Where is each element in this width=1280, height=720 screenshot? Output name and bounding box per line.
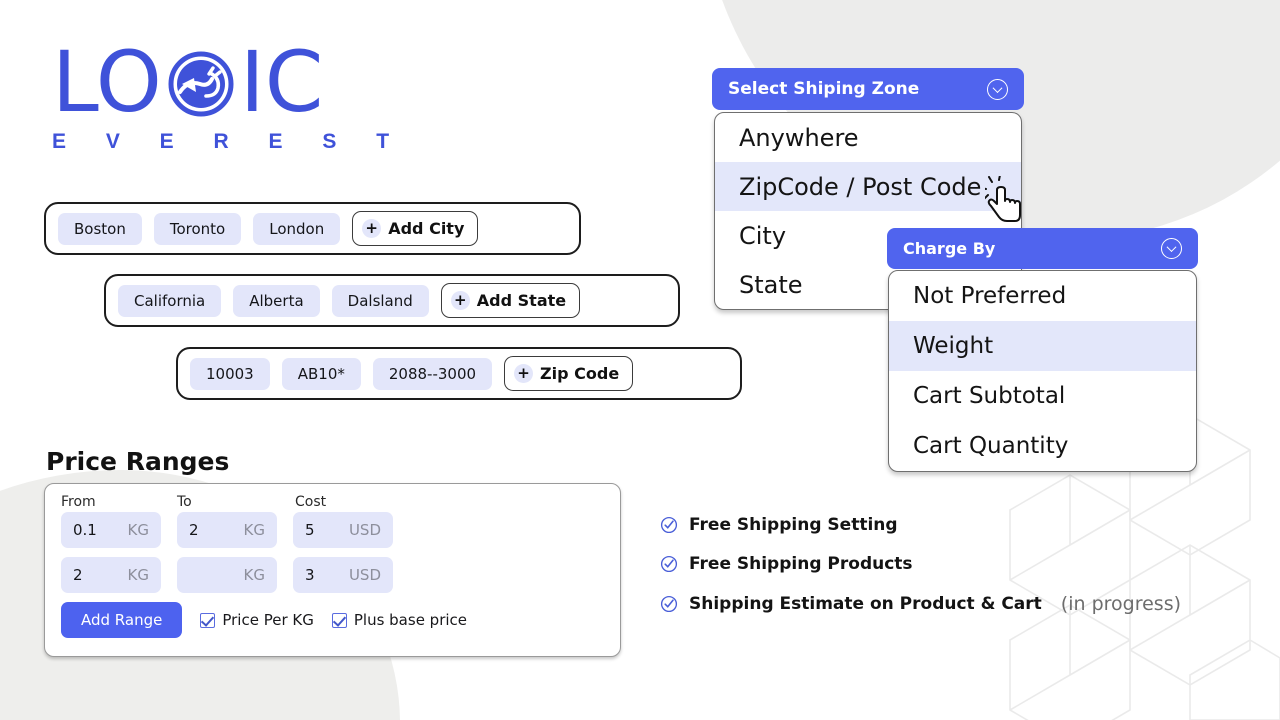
zipcode-chip-row: 10003 AB10* 2088--3000 + Zip Code <box>176 347 742 400</box>
price-ranges-title: Price Ranges <box>46 447 230 476</box>
cost-field[interactable]: 5 USD <box>293 512 393 548</box>
price-range-row: 2 KG KG 3 USD <box>61 557 604 593</box>
chip-state[interactable]: California <box>118 284 222 317</box>
price-ranges-actions: Add Range Price Per KG Plus base price <box>61 602 604 638</box>
logo-text-part-2: IC <box>239 33 324 131</box>
city-chip-row: Boston Toronto London + Add City <box>44 202 581 255</box>
feature-note: (in progress) <box>1060 593 1182 615</box>
logo-tagline: E V E R E S T <box>52 130 407 153</box>
chip-city[interactable]: London <box>253 212 341 245</box>
chevron-down-circle-icon[interactable] <box>987 78 1008 100</box>
feature-item: Free Shipping Setting <box>660 515 1181 535</box>
chip-city[interactable]: Boston <box>58 212 142 245</box>
add-range-button[interactable]: Add Range <box>61 602 183 638</box>
check-circle-icon <box>660 595 678 613</box>
charge-by-header-label: Charge By <box>903 239 996 258</box>
chip-zipcode[interactable]: 2088--3000 <box>372 357 493 390</box>
chip-city[interactable]: Toronto <box>153 212 242 245</box>
price-per-kg-label: Price Per KG <box>222 611 314 629</box>
cost-value: 3 <box>305 566 315 584</box>
to-weight-value: 2 <box>189 521 199 539</box>
add-state-button[interactable]: + Add State <box>440 283 581 318</box>
shipping-zone-option-anywhere[interactable]: Anywhere <box>715 113 1021 162</box>
brand-logo: LO IC E V E R E S T <box>52 40 406 154</box>
feature-label: Free Shipping Products <box>689 554 913 574</box>
cost-unit: USD <box>348 521 381 539</box>
from-weight-value: 0.1 <box>73 521 97 539</box>
plus-icon: + <box>362 219 382 238</box>
add-city-button[interactable]: + Add City <box>352 211 479 246</box>
charge-by-option-not-preferred[interactable]: Not Preferred <box>889 271 1196 321</box>
chip-zipcode[interactable]: AB10* <box>281 357 361 390</box>
to-weight-field[interactable]: KG <box>177 557 277 593</box>
chip-state[interactable]: Alberta <box>233 284 320 317</box>
plus-base-price-checkbox-item[interactable]: Plus base price <box>331 611 468 629</box>
add-state-label: Add State <box>476 291 567 310</box>
from-weight-value: 2 <box>73 566 83 584</box>
chip-zipcode[interactable]: 10003 <box>190 357 270 390</box>
chip-state[interactable]: Dalsland <box>331 284 429 317</box>
column-header-to: To <box>177 494 192 510</box>
charge-by-option-cart-quantity[interactable]: Cart Quantity <box>889 421 1196 471</box>
plus-base-price-label: Plus base price <box>353 611 468 629</box>
charge-by-option-weight[interactable]: Weight <box>889 321 1196 371</box>
plus-icon: + <box>514 364 534 383</box>
page-root: LO IC E V E R E S T Boston Toronto Londo… <box>0 0 1280 720</box>
from-weight-unit: KG <box>127 521 149 539</box>
add-zipcode-button[interactable]: + Zip Code <box>504 356 634 391</box>
globe-plug-icon <box>168 51 234 117</box>
charge-by-dropdown-header[interactable]: Charge By <box>887 228 1198 269</box>
from-weight-unit: KG <box>127 566 149 584</box>
shipping-zone-header-label: Select Shiping Zone <box>728 79 920 99</box>
price-ranges-header-row: From To Cost <box>61 494 604 510</box>
from-weight-field[interactable]: 2 KG <box>61 557 161 593</box>
price-range-row: 0.1 KG 2 KG 5 USD <box>61 512 604 548</box>
cost-field[interactable]: 3 USD <box>293 557 393 593</box>
logo-text-part-1: LO <box>52 33 162 131</box>
feature-label: Free Shipping Setting <box>689 515 898 535</box>
add-zipcode-label: Zip Code <box>540 364 620 383</box>
feature-label: Shipping Estimate on Product & Cart <box>689 594 1042 614</box>
to-weight-field[interactable]: 2 KG <box>177 512 277 548</box>
column-header-from: From <box>61 494 96 510</box>
pointing-hand-click-icon <box>985 176 1021 222</box>
cost-unit: USD <box>348 566 381 584</box>
cost-value: 5 <box>305 521 315 539</box>
checkbox-icon[interactable] <box>331 612 347 628</box>
shipping-zone-option-zipcode[interactable]: ZipCode / Post Code <box>715 162 1021 211</box>
state-chip-row: California Alberta Dalsland + Add State <box>104 274 680 327</box>
feature-item: Free Shipping Products <box>660 554 1181 574</box>
chevron-down-circle-icon[interactable] <box>1161 238 1182 259</box>
column-header-cost: Cost <box>295 494 327 510</box>
feature-item: Shipping Estimate on Product & Cart (in … <box>660 593 1181 615</box>
price-per-kg-checkbox-item[interactable]: Price Per KG <box>200 611 314 629</box>
feature-list: Free Shipping Setting Free Shipping Prod… <box>660 515 1181 634</box>
from-weight-field[interactable]: 0.1 KG <box>61 512 161 548</box>
check-circle-icon <box>660 555 678 573</box>
shipping-zone-dropdown-header[interactable]: Select Shiping Zone <box>712 68 1024 110</box>
price-ranges-panel: From To Cost 0.1 KG 2 KG 5 USD 2 KG KG 3… <box>44 483 621 657</box>
checkbox-icon[interactable] <box>200 612 216 628</box>
charge-by-option-list: Not Preferred Weight Cart Subtotal Cart … <box>888 270 1197 472</box>
check-circle-icon <box>660 516 678 534</box>
to-weight-unit: KG <box>243 521 265 539</box>
charge-by-option-cart-subtotal[interactable]: Cart Subtotal <box>889 371 1196 421</box>
to-weight-unit: KG <box>243 566 265 584</box>
plus-icon: + <box>450 291 470 310</box>
add-city-label: Add City <box>388 219 465 238</box>
